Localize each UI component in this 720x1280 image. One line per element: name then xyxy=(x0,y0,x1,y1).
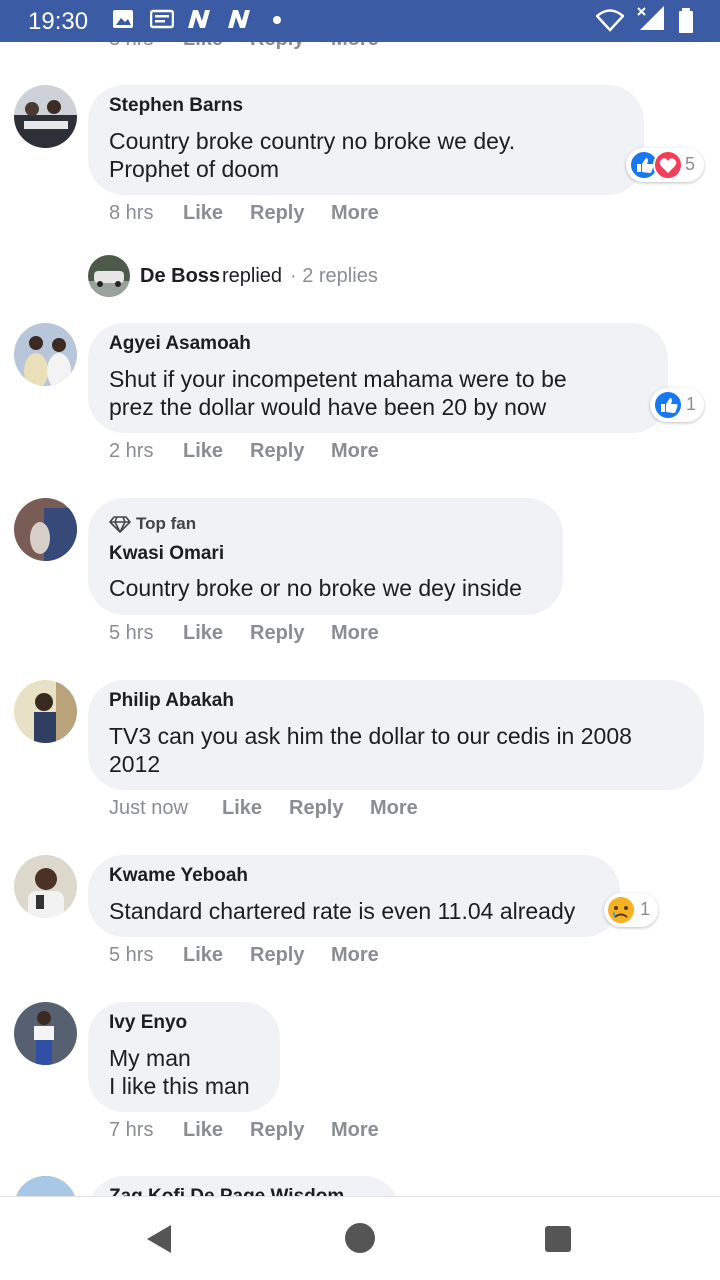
back-icon[interactable] xyxy=(144,1223,174,1255)
more-link[interactable]: More xyxy=(331,42,379,51)
battery-icon xyxy=(679,8,693,33)
more-link[interactable]: More xyxy=(331,202,379,225)
reply-link[interactable]: Reply xyxy=(250,440,304,463)
top-fan-badge: Top fan xyxy=(136,514,197,533)
reaction-count: 1 xyxy=(640,899,651,919)
like-link[interactable]: Like xyxy=(183,42,223,51)
comment-bubble[interactable]: Philip Abakah TV3 can you ask him the do… xyxy=(88,680,704,790)
avatar[interactable] xyxy=(14,680,77,743)
comments-list: 3 hrs Like Reply More Stephen Barns Coun… xyxy=(0,42,720,1196)
avatar[interactable] xyxy=(14,855,77,918)
reply-thread-link[interactable]: De Boss replied · 2 replies xyxy=(88,255,408,297)
like-link[interactable]: Like xyxy=(183,622,223,645)
status-bar: 19:30 xyxy=(0,0,720,42)
comment-author[interactable]: Agyei Asamoah xyxy=(109,333,251,355)
more-link[interactable]: More xyxy=(331,944,379,967)
comment-time: 8 hrs xyxy=(109,202,154,224)
reply-link[interactable]: Reply xyxy=(250,622,304,645)
comment-text: Country broke country no broke we dey. xyxy=(109,128,516,154)
comment-time: 2 hrs xyxy=(109,440,154,462)
navigation-bar xyxy=(0,1196,720,1280)
comment-text: My man xyxy=(109,1045,191,1071)
notification-n-icon xyxy=(228,10,250,28)
comment-text: Standard chartered rate is even 11.04 al… xyxy=(109,898,576,924)
avatar[interactable] xyxy=(14,1176,77,1196)
more-link[interactable]: More xyxy=(331,1119,379,1142)
comment-bubble[interactable]: Kwame Yeboah Standard chartered rate is … xyxy=(88,855,620,937)
reactions-badge[interactable]: 1 xyxy=(650,388,704,422)
comment-text: I like this man xyxy=(109,1073,250,1099)
sad-reaction-icon xyxy=(606,895,636,925)
comment-text: Prophet of doom xyxy=(109,156,280,182)
more-link[interactable]: More xyxy=(331,622,379,645)
comment-bubble[interactable]: Ivy Enyo My man I like this man xyxy=(88,1002,280,1112)
status-time: 19:30 xyxy=(28,8,89,35)
reply-link[interactable]: Reply xyxy=(250,202,304,225)
reply-link[interactable]: Reply xyxy=(289,797,343,820)
like-reaction-icon xyxy=(629,150,683,180)
more-link[interactable]: More xyxy=(331,440,379,463)
reaction-count: 5 xyxy=(685,154,696,174)
comment-author[interactable]: Zag Kofi De Page Wisdom xyxy=(109,1186,344,1196)
comment-text: 2012 xyxy=(109,751,161,777)
comment-text: TV3 can you ask him the dollar to our ce… xyxy=(109,723,632,749)
like-link[interactable]: Like xyxy=(222,797,262,820)
avatar[interactable] xyxy=(14,323,77,386)
reactions-badge[interactable]: 5 xyxy=(626,148,704,182)
comment-author[interactable]: Ivy Enyo xyxy=(109,1012,187,1034)
comment-bubble[interactable]: Zag Kofi De Page Wisdom xyxy=(88,1176,400,1196)
comment-author[interactable]: Kwame Yeboah xyxy=(109,865,248,887)
avatar[interactable] xyxy=(14,1002,77,1065)
like-link[interactable]: Like xyxy=(183,440,223,463)
like-link[interactable]: Like xyxy=(183,1119,223,1142)
reply-link[interactable]: Reply xyxy=(250,1119,304,1142)
wifi-icon xyxy=(596,9,624,32)
avatar[interactable] xyxy=(14,85,77,148)
dot-icon xyxy=(273,16,281,24)
comment-author[interactable]: Stephen Barns xyxy=(109,95,243,117)
diamond-icon xyxy=(109,516,131,533)
comment-text: Shut if your incompetent mahama were to … xyxy=(109,366,567,392)
reply-author: De Boss xyxy=(140,265,221,287)
reply-link[interactable]: Reply xyxy=(250,42,304,51)
home-icon[interactable] xyxy=(343,1221,377,1255)
news-icon xyxy=(150,9,174,29)
avatar xyxy=(88,255,130,297)
comment-text: prez the dollar would have been 20 by no… xyxy=(109,394,547,420)
comment-bubble[interactable]: Stephen Barns Country broke country no b… xyxy=(88,85,644,195)
comment-time: Just now xyxy=(109,797,188,819)
like-link[interactable]: Like xyxy=(183,202,223,225)
comment-time: 5 hrs xyxy=(109,622,154,644)
reactions-badge[interactable]: 1 xyxy=(604,893,658,927)
reply-link[interactable]: Reply xyxy=(250,944,304,967)
signal-icon xyxy=(637,6,664,30)
comment-bubble[interactable]: Top fan Kwasi Omari Country broke or no … xyxy=(88,498,563,615)
recents-icon[interactable] xyxy=(544,1225,574,1253)
comment-bubble[interactable]: Agyei Asamoah Shut if your incompetent m… xyxy=(88,323,668,433)
reaction-count: 1 xyxy=(686,394,697,414)
like-link[interactable]: Like xyxy=(183,944,223,967)
more-link[interactable]: More xyxy=(370,797,418,820)
comment-author[interactable]: Kwasi Omari xyxy=(109,543,224,565)
comment-text: Country broke or no broke we dey inside xyxy=(109,575,522,601)
comment-time: 5 hrs xyxy=(109,944,154,966)
comment-author[interactable]: Philip Abakah xyxy=(109,690,234,712)
comment-time: 7 hrs xyxy=(109,1119,154,1141)
like-reaction-icon xyxy=(653,390,683,420)
avatar[interactable] xyxy=(14,498,77,561)
notification-n-icon xyxy=(188,10,210,28)
reply-count: · 2 replies xyxy=(290,265,378,287)
gallery-icon xyxy=(113,10,133,28)
reply-action: replied xyxy=(222,265,283,287)
